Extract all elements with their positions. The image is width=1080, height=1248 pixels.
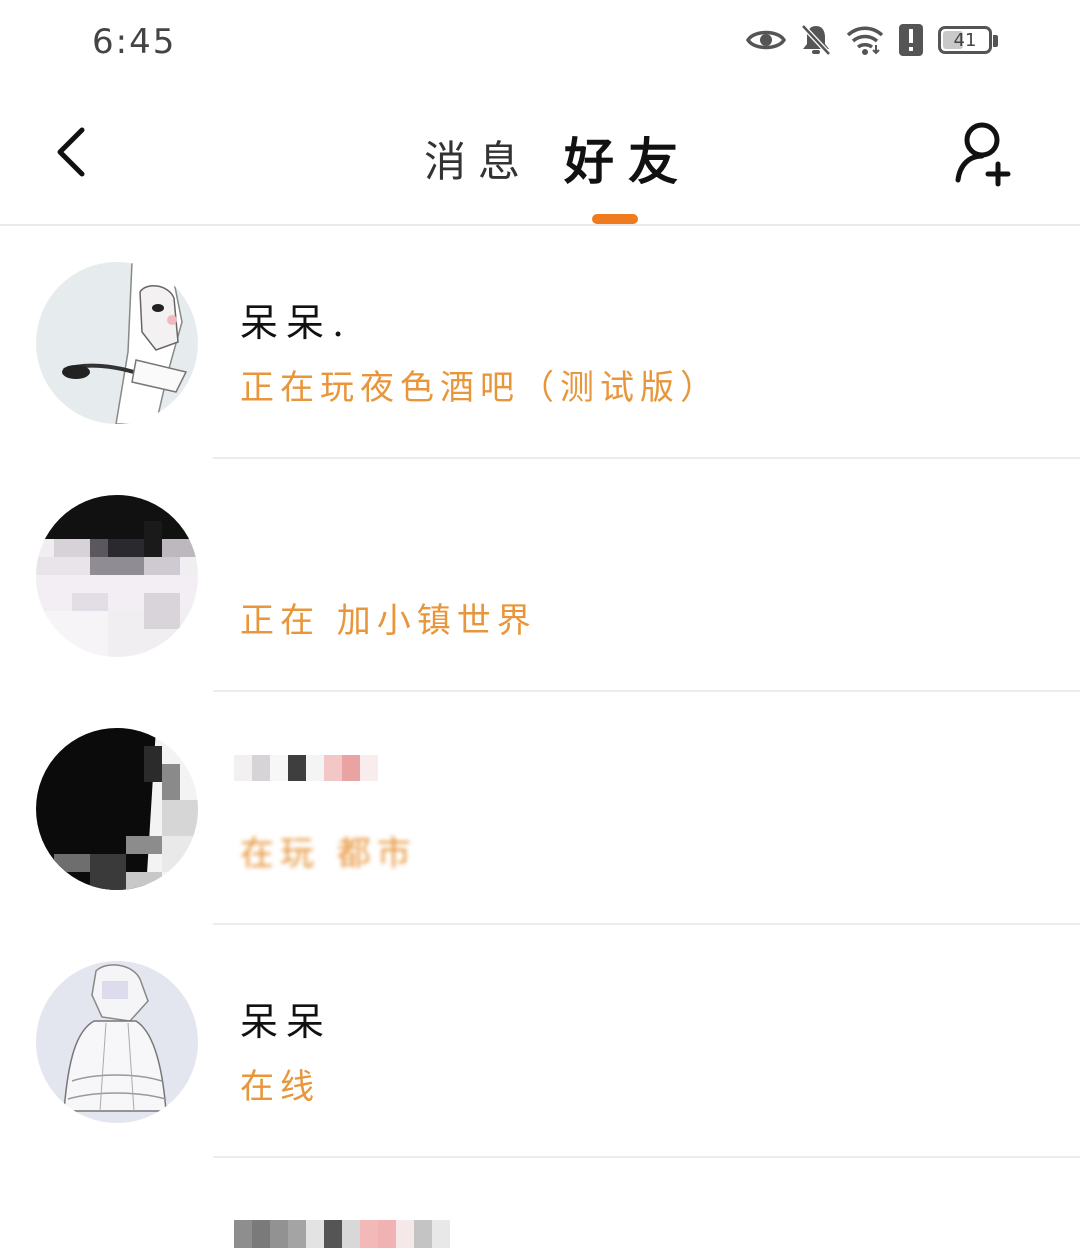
- battery-icon: 41: [938, 26, 998, 54]
- friend-row[interactable]: 正在 加小镇世界: [0, 459, 1080, 781]
- status-time: 6:45: [92, 22, 177, 62]
- friend-row[interactable]: 呆呆 在线: [0, 925, 1080, 1158]
- add-user-icon: [955, 122, 1011, 187]
- friend-row[interactable]: 在玩 都市: [0, 692, 1080, 1248]
- tab-messages[interactable]: 消息: [424, 128, 532, 189]
- avatar: [36, 961, 198, 1123]
- add-friend-button[interactable]: [954, 120, 1018, 188]
- active-tab-indicator: [592, 214, 638, 224]
- friend-row[interactable]: 呆呆. 正在玩夜色酒吧（测试版）: [0, 226, 1080, 459]
- divider: [213, 1156, 1080, 1158]
- friend-name: 呆呆.: [240, 301, 353, 345]
- friend-status: 在玩 都市: [240, 834, 417, 874]
- status-bar: 6:45 41: [0, 0, 1080, 84]
- tab-friends[interactable]: 好友: [564, 122, 692, 194]
- back-button[interactable]: [40, 120, 100, 184]
- name-mosaic: [234, 1220, 450, 1248]
- wifi-icon: [846, 25, 884, 55]
- avatar: [36, 495, 198, 657]
- friend-status: 在线: [240, 1067, 320, 1107]
- friend-list: 呆呆. 正在玩夜色酒吧（测试版） 正在 加小镇世界 在玩 都市 呆呆 在线: [0, 226, 1080, 1248]
- friend-status: 正在玩夜色酒吧（测试版）: [240, 368, 720, 408]
- avatar: [36, 262, 198, 424]
- chevron-left-icon: [57, 127, 85, 177]
- friend-status: 正在 加小镇世界: [240, 601, 537, 641]
- alert-icon: [898, 23, 924, 57]
- nav-bar: 消息 好友: [0, 84, 1080, 226]
- status-icons: 41: [746, 20, 998, 60]
- eye-icon: [746, 26, 786, 54]
- battery-level: 41: [953, 29, 977, 51]
- bell-muted-icon: [800, 23, 832, 57]
- friend-name: 呆呆: [240, 1000, 333, 1044]
- avatar: [36, 728, 198, 890]
